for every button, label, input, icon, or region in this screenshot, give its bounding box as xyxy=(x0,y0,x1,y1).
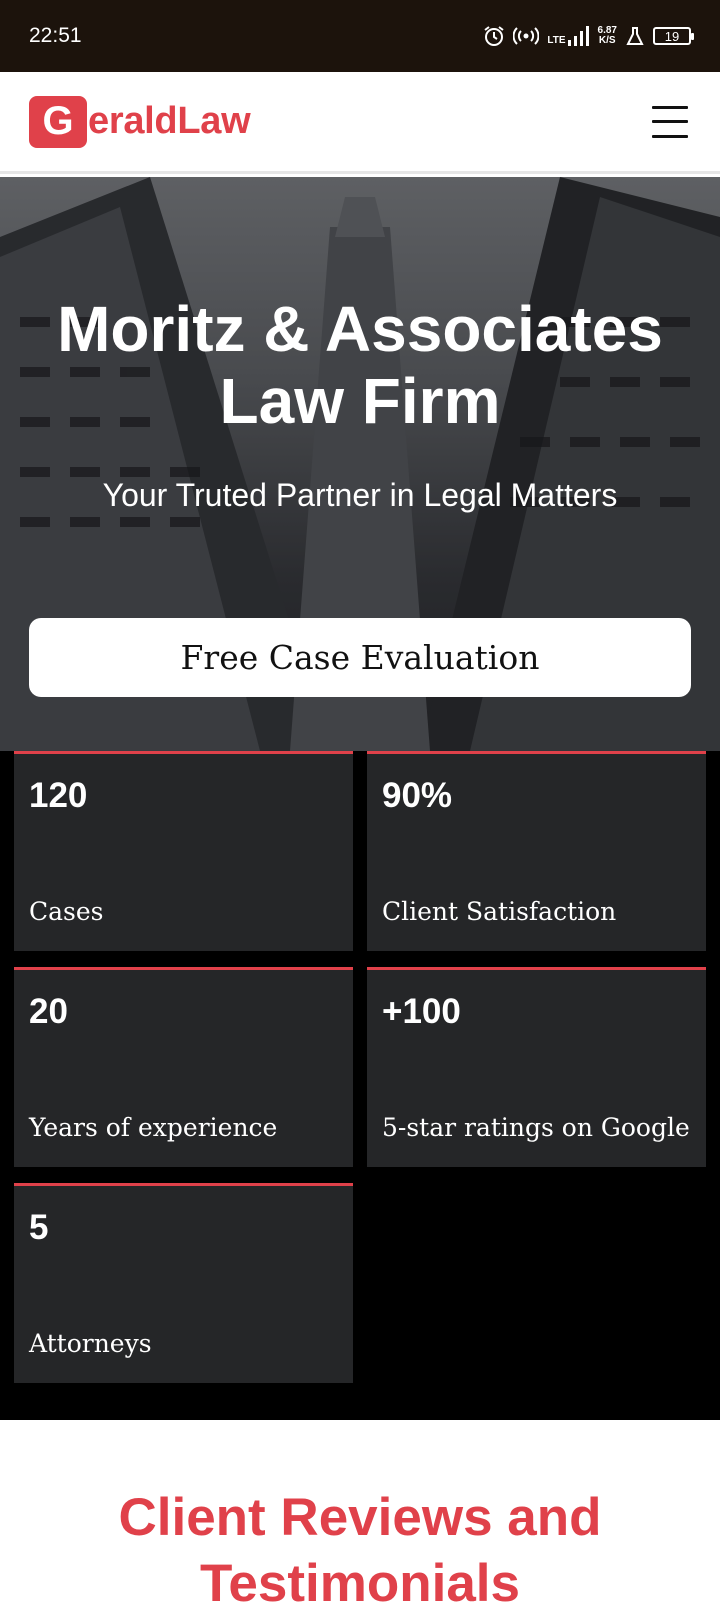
stat-label: Cases xyxy=(29,897,104,926)
network-speed: 6.87 K/S xyxy=(597,25,617,46)
logo[interactable]: G eraldLaw xyxy=(29,95,251,148)
stat-card-client-satisfaction: 90% Client Satisfaction xyxy=(367,751,706,951)
hamburger-menu-icon[interactable] xyxy=(652,105,688,138)
hero-title: Moritz & Associates Law Firm xyxy=(57,293,663,437)
site-header: G eraldLaw xyxy=(0,72,720,174)
free-case-evaluation-button[interactable]: Free Case Evaluation xyxy=(29,618,691,697)
hero-section: Moritz & Associates Law Firm Your Truted… xyxy=(0,177,720,751)
stat-value: 5 xyxy=(29,1208,49,1247)
battery-icon: 19 xyxy=(653,27,694,45)
stat-card-cases: 120 Cases xyxy=(14,751,353,951)
status-time: 22:51 xyxy=(29,24,82,47)
status-bar: 22:51 LTE 6.87 K/S 19 xyxy=(0,0,720,72)
stats-section: 120 Cases 90% Client Satisfaction 20 Yea… xyxy=(0,751,720,1420)
stat-value: 20 xyxy=(29,992,68,1031)
stat-value: 90% xyxy=(382,776,453,815)
stat-value: 120 xyxy=(29,776,88,815)
stat-card-years-of-experience: 20 Years of experience xyxy=(14,967,353,1167)
alarm-icon xyxy=(483,25,505,47)
stat-label: Client Satisfaction xyxy=(382,897,617,926)
stat-label: Years of experience xyxy=(29,1113,278,1142)
signal-icon: LTE xyxy=(547,26,589,46)
stat-card-attorneys: 5 Attorneys xyxy=(14,1183,353,1383)
reviews-title: Client Reviews and Testimonials xyxy=(118,1488,602,1613)
hero-subtitle: Your Truted Partner in Legal Matters xyxy=(102,477,618,513)
status-icons: LTE 6.87 K/S 19 xyxy=(483,25,694,47)
reviews-section: Client Reviews and Testimonials xyxy=(0,1420,720,1613)
stat-card-google-ratings: +100 5-star ratings on Google xyxy=(367,967,706,1167)
stat-label: Attorneys xyxy=(29,1329,152,1358)
hotspot-icon xyxy=(513,26,540,46)
flask-icon xyxy=(625,26,645,46)
logo-badge: G xyxy=(29,95,87,148)
stat-label: 5-star ratings on Google xyxy=(382,1113,690,1142)
stat-value: +100 xyxy=(382,992,461,1031)
logo-text: eraldLaw xyxy=(88,100,251,142)
